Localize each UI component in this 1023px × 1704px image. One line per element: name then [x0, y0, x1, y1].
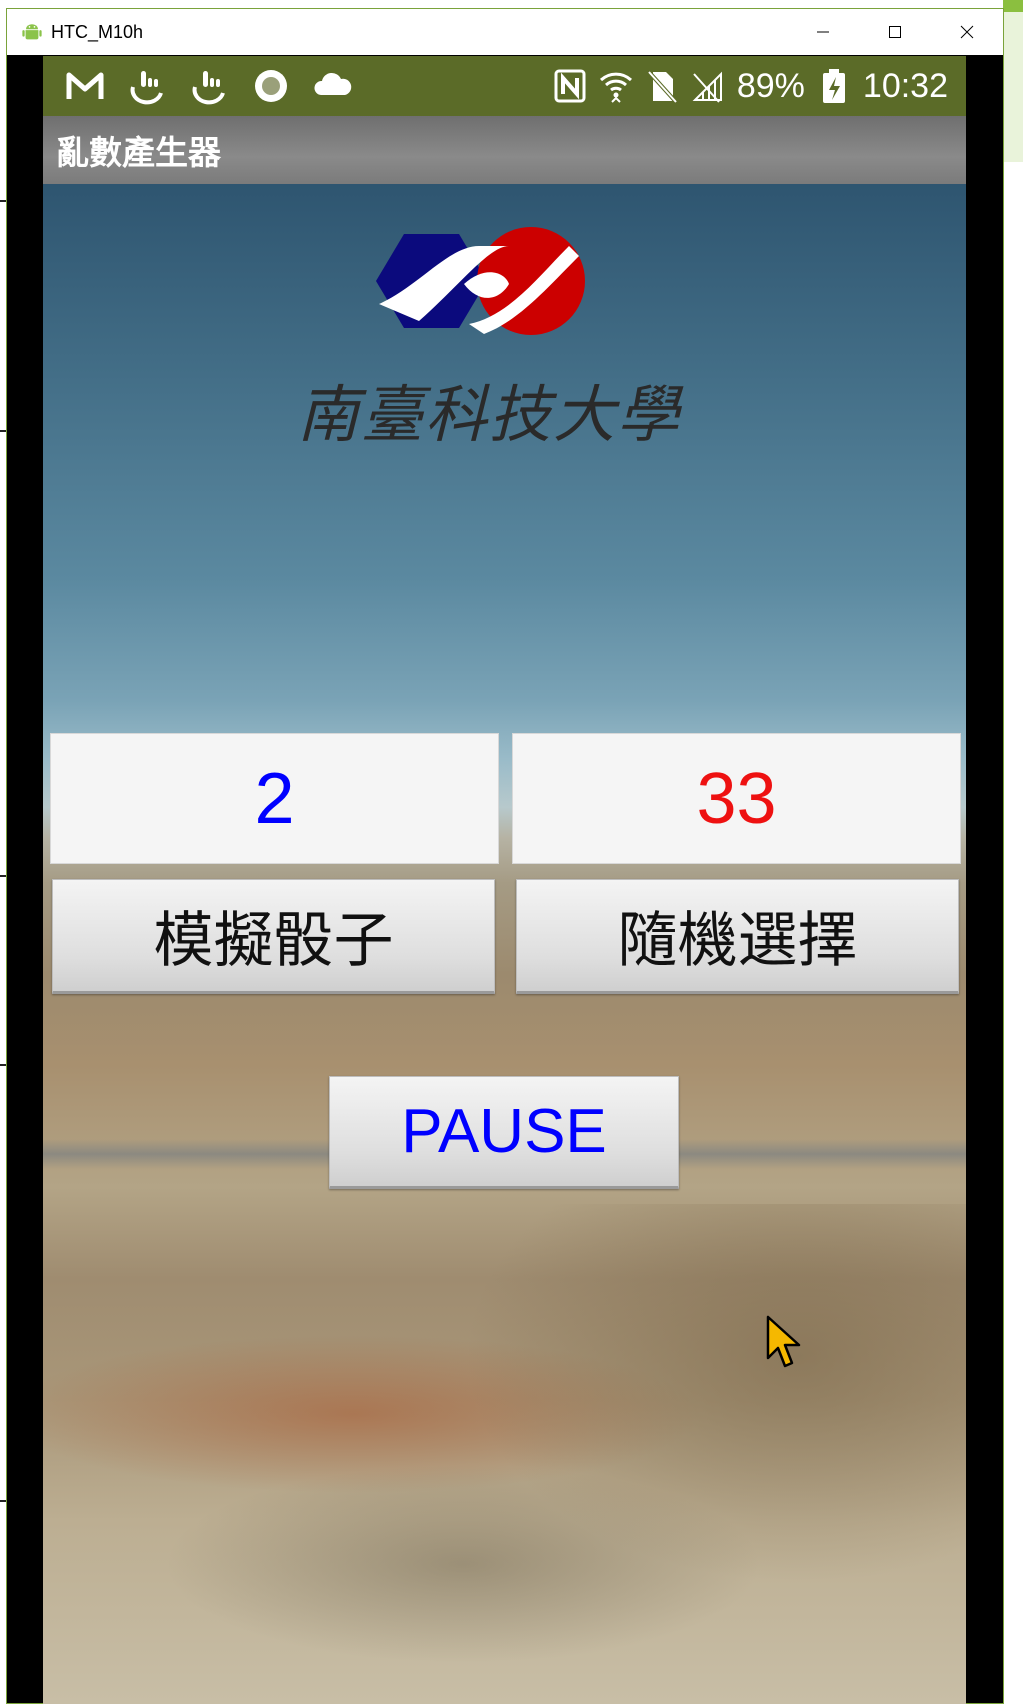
status-bar: 89% 10:32 [43, 56, 966, 116]
battery-percent: 89% [736, 66, 805, 105]
minimize-button[interactable] [787, 9, 859, 55]
maximize-icon [889, 26, 901, 38]
minimize-icon [817, 31, 829, 33]
desktop-right-edge [1003, 0, 1023, 1704]
phone-screen: 89% 10:32 亂數產生器 南臺科技大學 2 33 模擬骰子 隨機選擇 PA… [43, 56, 966, 1704]
dice-result-display: 2 [50, 733, 499, 864]
pause-button[interactable]: PAUSE [329, 1076, 679, 1189]
android-icon [21, 21, 43, 43]
record-icon [255, 70, 287, 102]
mouse-cursor-icon [766, 1315, 801, 1368]
touch-icon [192, 71, 225, 105]
touch-icon [130, 71, 163, 105]
gmail-icon [66, 72, 104, 99]
nfc-icon [554, 69, 586, 103]
simulate-dice-button[interactable]: 模擬骰子 [52, 879, 495, 994]
wifi-icon [599, 72, 632, 103]
emulator-window: HTC_M10h 89% 10:32 亂數產生器 南臺科技大學 2 33 模擬骰… [6, 8, 1004, 1704]
no-sim-icon [647, 70, 678, 104]
close-button[interactable] [931, 9, 1003, 55]
battery-charging-icon [822, 69, 845, 103]
cloud-icon [314, 72, 352, 95]
university-logo: 南臺科技大學 [279, 226, 699, 456]
logo-text: 南臺科技大學 [297, 378, 684, 451]
status-time: 10:32 [862, 66, 948, 105]
app-content: 南臺科技大學 2 33 模擬骰子 隨機選擇 PAUSE [43, 184, 966, 1704]
window-title: HTC_M10h [51, 21, 144, 42]
random-select-button[interactable]: 隨機選擇 [516, 879, 959, 994]
close-icon [960, 25, 974, 39]
window-titlebar[interactable]: HTC_M10h [7, 9, 1003, 55]
maximize-button[interactable] [859, 9, 931, 55]
action-bar: 亂數產生器 [43, 116, 966, 184]
app-title: 亂數產生器 [56, 133, 221, 172]
random-result-display: 33 [512, 733, 961, 864]
signal-icon [692, 71, 722, 103]
